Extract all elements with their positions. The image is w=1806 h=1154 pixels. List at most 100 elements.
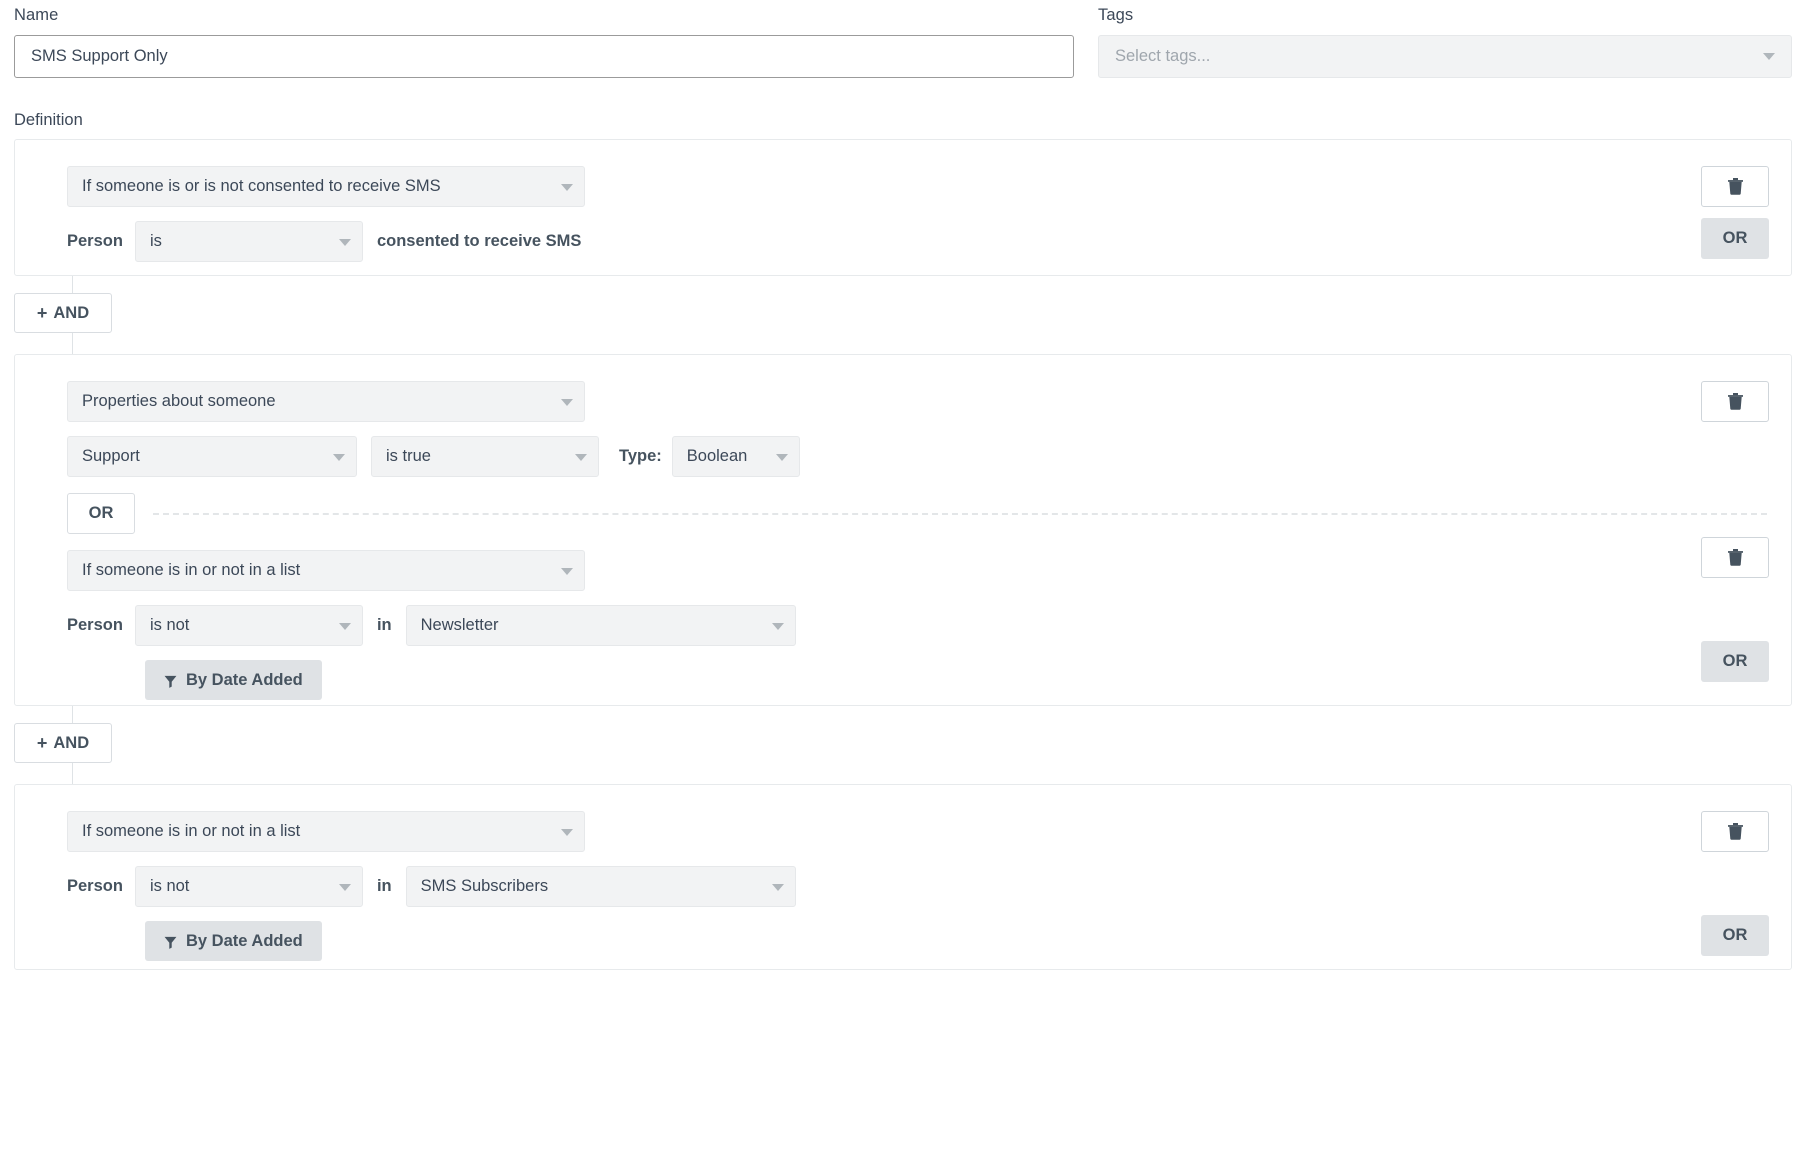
filter-icon — [164, 936, 177, 949]
add-or-condition-button-1[interactable]: OR — [1701, 218, 1769, 259]
add-or-condition-button-2[interactable]: OR — [1701, 641, 1769, 682]
or-label: OR — [1723, 229, 1748, 248]
tags-label: Tags — [1098, 6, 1792, 25]
list-operator-select-3[interactable]: is not — [135, 866, 363, 907]
definition-label: Definition — [0, 111, 1806, 130]
value-type-select[interactable]: Boolean — [672, 436, 800, 477]
property-operator-value: is true — [386, 447, 431, 466]
consent-trailing-label: consented to receive SMS — [377, 232, 582, 251]
trash-icon — [1728, 393, 1743, 410]
name-field-group: Name — [14, 6, 1074, 78]
date-filter-row: By Date Added — [37, 921, 1769, 961]
property-operator-select[interactable]: is true — [371, 436, 599, 477]
or-divider-row: OR — [37, 493, 1769, 534]
date-filter-row: By Date Added — [37, 660, 1769, 700]
condition-type-select-2a[interactable]: Properties about someone — [67, 381, 585, 422]
chevron-down-icon — [561, 568, 573, 575]
condition-type-select-3[interactable]: If someone is in or not in a list — [67, 811, 585, 852]
condition-type-value: Properties about someone — [82, 392, 276, 411]
delete-condition-button-2b[interactable] — [1701, 537, 1769, 578]
plus-icon: + — [37, 304, 48, 322]
or-label: OR — [89, 504, 114, 523]
list-select-2b[interactable]: Newsletter — [406, 605, 796, 646]
filter-icon — [164, 675, 177, 688]
person-label: Person — [67, 616, 123, 635]
chevron-down-icon — [339, 623, 351, 630]
add-or-condition-inline-button[interactable]: OR — [67, 493, 135, 534]
list-operator-select-2b[interactable]: is not — [135, 605, 363, 646]
condition-group-2: Properties about someone Support is true… — [14, 354, 1792, 706]
condition-type-value: If someone is or is not consented to rec… — [82, 177, 441, 196]
or-label: OR — [1723, 926, 1748, 945]
condition-type-row: If someone is in or not in a list — [37, 811, 1769, 852]
condition-type-row: If someone is or is not consented to rec… — [37, 166, 1769, 207]
add-or-condition-button-3[interactable]: OR — [1701, 915, 1769, 956]
chevron-down-icon — [561, 184, 573, 191]
chevron-down-icon — [575, 454, 587, 461]
value-type-value: Boolean — [687, 447, 748, 466]
condition-type-value: If someone is in or not in a list — [82, 561, 300, 580]
in-label: in — [377, 877, 392, 896]
delete-condition-button-3[interactable] — [1701, 811, 1769, 852]
chevron-down-icon — [561, 399, 573, 406]
property-value: Support — [82, 447, 140, 466]
chevron-down-icon — [339, 239, 351, 246]
condition-type-select-2b[interactable]: If someone is in or not in a list — [67, 550, 585, 591]
chevron-down-icon — [561, 829, 573, 836]
list-select-3[interactable]: SMS Subscribers — [406, 866, 796, 907]
and-label: AND — [53, 734, 89, 753]
and-label: AND — [53, 304, 89, 323]
add-and-group-button-2[interactable]: + AND — [14, 723, 112, 763]
name-label: Name — [14, 6, 1074, 25]
tags-placeholder: Select tags... — [1115, 47, 1210, 66]
dashed-separator — [153, 513, 1767, 515]
operator-value: is not — [150, 616, 189, 635]
by-date-added-button-3[interactable]: By Date Added — [145, 921, 322, 961]
chevron-down-icon — [772, 884, 784, 891]
and-connector-1: + AND — [14, 276, 1792, 354]
list-detail-row: Person is not in Newsletter — [37, 605, 1769, 646]
condition-group-1: If someone is or is not consented to rec… — [14, 139, 1792, 276]
operator-select-1[interactable]: is — [135, 221, 363, 262]
or-label: OR — [1723, 652, 1748, 671]
top-fields-row: Name Tags Select tags... — [0, 0, 1806, 78]
chevron-down-icon — [772, 623, 784, 630]
list-detail-row: Person is not in SMS Subscribers — [37, 866, 1769, 907]
list-value: Newsletter — [421, 616, 499, 635]
operator-value: is not — [150, 877, 189, 896]
condition-group-3: If someone is in or not in a list Person… — [14, 784, 1792, 970]
in-label: in — [377, 616, 392, 635]
plus-icon: + — [37, 734, 48, 752]
by-date-added-button-2b[interactable]: By Date Added — [145, 660, 322, 700]
condition-builder: If someone is or is not consented to rec… — [0, 139, 1806, 970]
tags-select[interactable]: Select tags... — [1098, 35, 1792, 78]
chevron-down-icon — [339, 884, 351, 891]
by-date-added-label: By Date Added — [186, 671, 303, 690]
person-label: Person — [67, 877, 123, 896]
delete-condition-button-2a[interactable] — [1701, 381, 1769, 422]
trash-icon — [1728, 178, 1743, 195]
person-label: Person — [67, 232, 123, 251]
segment-name-input[interactable] — [14, 35, 1074, 78]
tags-field-group: Tags Select tags... — [1098, 6, 1792, 78]
property-select[interactable]: Support — [67, 436, 357, 477]
condition-detail-row: Person is consented to receive SMS — [37, 221, 1769, 262]
condition-type-row: If someone is in or not in a list — [37, 550, 1769, 591]
trash-icon — [1728, 549, 1743, 566]
segment-definition-page: Name Tags Select tags... Definition If s… — [0, 0, 1806, 1154]
type-label: Type: — [619, 447, 662, 466]
chevron-down-icon — [776, 454, 788, 461]
condition-type-select-1[interactable]: If someone is or is not consented to rec… — [67, 166, 585, 207]
operator-value: is — [150, 232, 162, 251]
and-connector-2: + AND — [14, 706, 1792, 784]
add-and-group-button-1[interactable]: + AND — [14, 293, 112, 333]
by-date-added-label: By Date Added — [186, 932, 303, 951]
chevron-down-icon — [333, 454, 345, 461]
chevron-down-icon — [1763, 53, 1775, 60]
delete-condition-button-1[interactable] — [1701, 166, 1769, 207]
property-detail-row: Support is true Type: Boolean — [37, 436, 1769, 477]
condition-type-value: If someone is in or not in a list — [82, 822, 300, 841]
condition-type-row: Properties about someone — [37, 381, 1769, 422]
list-value: SMS Subscribers — [421, 877, 548, 896]
trash-icon — [1728, 823, 1743, 840]
